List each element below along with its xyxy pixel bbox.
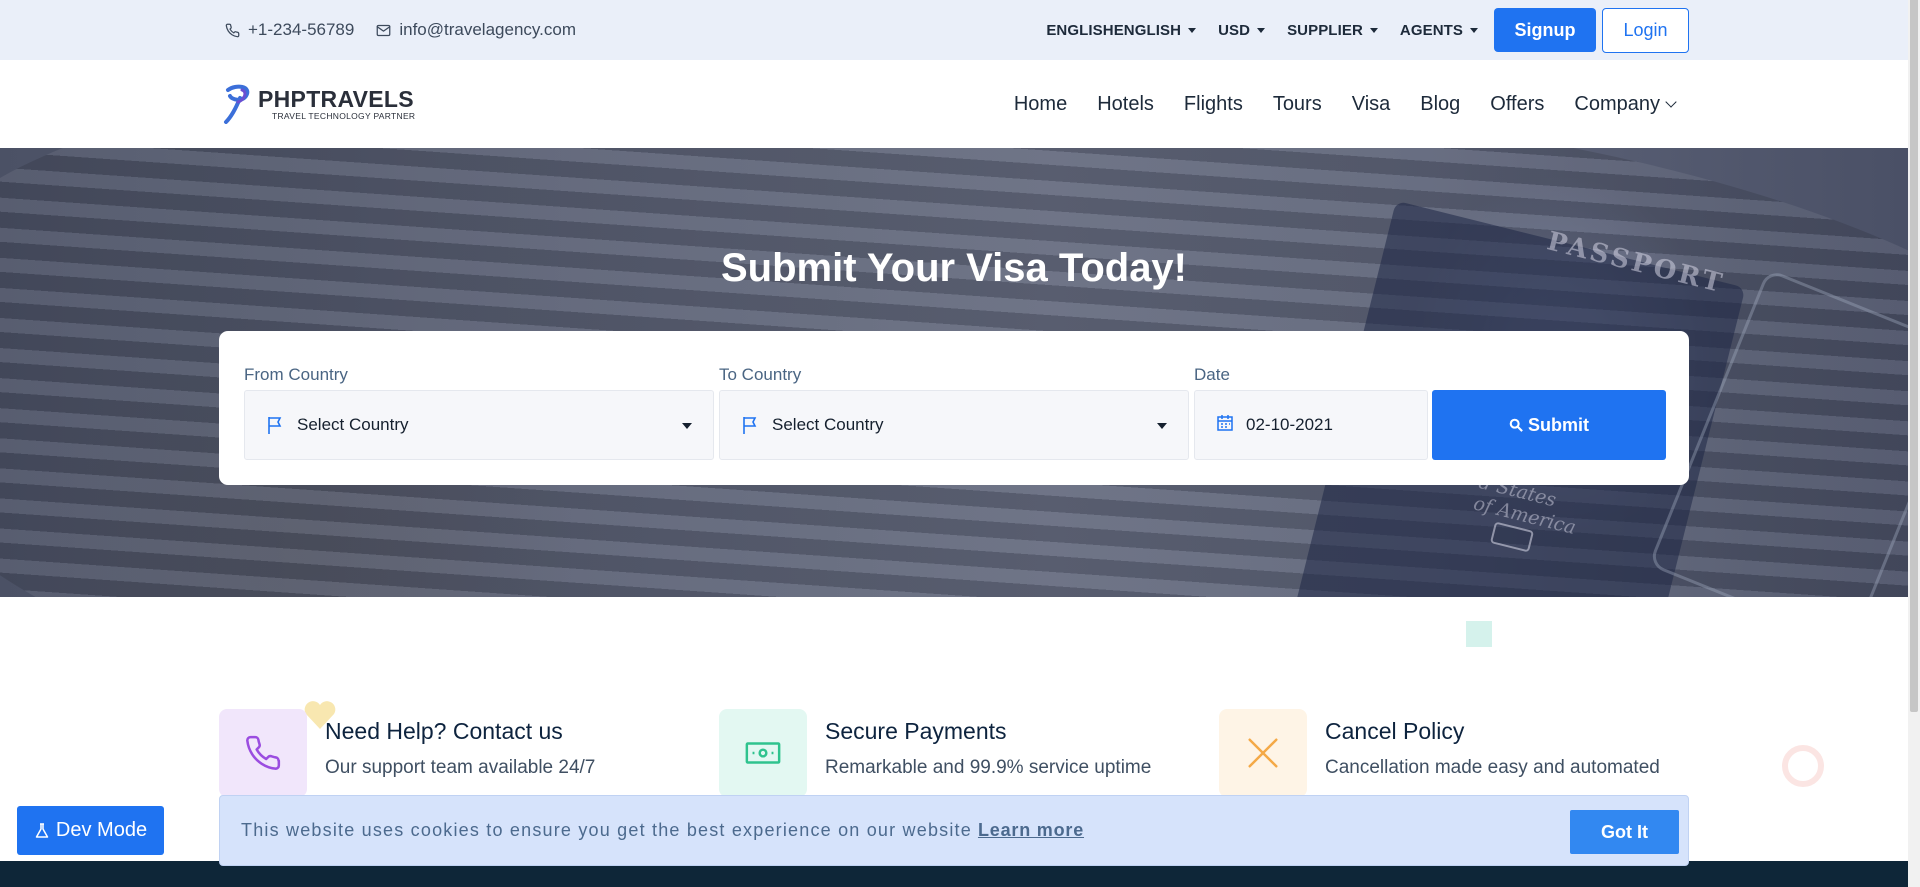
date-input[interactable]: 02-10-2021 bbox=[1194, 390, 1428, 460]
visa-search-form: From Country Select Country To Country S… bbox=[219, 331, 1689, 485]
language-label: ENGLISHENGLISH bbox=[1046, 21, 1182, 39]
login-button[interactable]: Login bbox=[1602, 7, 1689, 53]
money-icon bbox=[745, 742, 781, 764]
to-country-label: To Country bbox=[719, 365, 802, 384]
to-country-value: Select Country bbox=[772, 415, 884, 434]
page-scrollbar[interactable] bbox=[1908, 0, 1920, 887]
scrollbar-thumb[interactable] bbox=[1910, 0, 1918, 712]
hero-section: PASSPORT d States of America Submit Your … bbox=[0, 148, 1908, 597]
chevron-down-icon bbox=[1665, 96, 1677, 108]
submit-label: Submit bbox=[1528, 414, 1589, 435]
feature-contact-icon-box bbox=[219, 709, 307, 797]
caret-down-icon bbox=[1188, 28, 1197, 33]
agents-dropdown[interactable]: AGENTS bbox=[1400, 22, 1478, 39]
feature-cancel: Cancel Policy Cancellation made easy and… bbox=[1219, 709, 1660, 797]
feature-title: Need Help? Contact us bbox=[325, 718, 563, 744]
supplier-dropdown[interactable]: SUPPLIER bbox=[1287, 22, 1378, 39]
logo-text: PHPTRAVELS TRAVEL TECHNOLOGY PARTNER bbox=[258, 87, 415, 121]
date-label: Date bbox=[1194, 365, 1230, 384]
dev-mode-button[interactable]: Dev Mode bbox=[17, 806, 164, 855]
nav-item-flights[interactable]: Flights bbox=[1184, 93, 1243, 116]
top-bar-actions: ENGLISHENGLISH USD SUPPLIER AGENTS Signu… bbox=[1024, 0, 1689, 60]
dev-mode-label: Dev Mode bbox=[55, 819, 148, 841]
from-country-select[interactable]: Select Country bbox=[244, 390, 714, 460]
feature-description: Our support team available 24/7 bbox=[325, 757, 596, 778]
calendar-icon bbox=[1217, 415, 1233, 431]
submit-button[interactable]: Submit bbox=[1432, 390, 1666, 460]
phone-number: +1-234-56789 bbox=[248, 20, 355, 39]
flag-icon bbox=[268, 417, 282, 434]
currency-dropdown[interactable]: USD bbox=[1218, 21, 1266, 39]
caret-down-icon bbox=[682, 423, 692, 429]
supplier-label: SUPPLIER bbox=[1287, 21, 1363, 39]
nav-item-hotels[interactable]: Hotels bbox=[1097, 93, 1154, 116]
nav-item-company[interactable]: Company bbox=[1574, 92, 1677, 116]
feature-description: Cancellation made easy and automated bbox=[1325, 757, 1660, 778]
feature-title: Cancel Policy bbox=[1325, 718, 1465, 744]
phone-icon bbox=[246, 735, 281, 770]
agents-label: AGENTS bbox=[1399, 21, 1463, 39]
nav-item-tours[interactable]: Tours bbox=[1273, 93, 1322, 116]
mail-icon bbox=[376, 24, 391, 36]
flask-icon bbox=[35, 822, 49, 838]
brand-name: PHPTRAVELS bbox=[258, 86, 414, 112]
top-bar: +1-234-56789 info@travelagency.com ENGLI… bbox=[0, 0, 1908, 60]
caret-down-icon bbox=[1157, 423, 1167, 429]
cookie-message-text: This website uses cookies to ensure you … bbox=[241, 820, 972, 840]
flag-icon bbox=[743, 417, 757, 434]
nav-item-blog[interactable]: Blog bbox=[1420, 93, 1460, 116]
phone-icon bbox=[225, 23, 240, 37]
got-it-button[interactable]: Got It bbox=[1570, 810, 1679, 854]
nav-item-visa[interactable]: Visa bbox=[1352, 93, 1391, 116]
feature-payments: Secure Payments Remarkable and 99.9% ser… bbox=[719, 709, 1151, 797]
feature-payments-icon-box bbox=[719, 709, 807, 797]
feature-payments-text: Secure Payments Remarkable and 99.9% ser… bbox=[825, 709, 1151, 797]
nav-item-company-label: Company bbox=[1574, 92, 1660, 115]
email-address: info@travelagency.com bbox=[399, 20, 576, 39]
phone-contact[interactable]: +1-234-56789 bbox=[225, 20, 354, 40]
logo-mark-icon bbox=[224, 84, 250, 124]
close-icon bbox=[1248, 738, 1278, 768]
learn-more-link[interactable]: Learn more bbox=[978, 820, 1084, 840]
hero-title: Submit Your Visa Today! bbox=[720, 246, 1187, 290]
feature-contact-text: Need Help? Contact us Our support team a… bbox=[325, 709, 595, 797]
caret-down-icon bbox=[1470, 28, 1478, 33]
decorative-square bbox=[1466, 621, 1492, 647]
feature-contact: Need Help? Contact us Our support team a… bbox=[219, 709, 595, 797]
main-navbar: PHPTRAVELS TRAVEL TECHNOLOGY PARTNER Hom… bbox=[0, 60, 1908, 148]
caret-down-icon bbox=[1257, 28, 1266, 33]
brand-logo[interactable]: PHPTRAVELS TRAVEL TECHNOLOGY PARTNER bbox=[222, 84, 415, 124]
feature-cancel-icon-box bbox=[1219, 709, 1307, 797]
contact-info: +1-234-56789 info@travelagency.com bbox=[225, 0, 576, 60]
search-icon bbox=[1509, 418, 1523, 432]
nav-item-offers[interactable]: Offers bbox=[1490, 93, 1544, 116]
email-contact[interactable]: info@travelagency.com bbox=[376, 20, 576, 40]
cookie-banner: This website uses cookies to ensure you … bbox=[219, 795, 1689, 866]
language-dropdown[interactable]: ENGLISHENGLISH bbox=[1046, 21, 1197, 39]
nav-item-home[interactable]: Home bbox=[1014, 93, 1067, 116]
caret-down-icon bbox=[1369, 28, 1378, 33]
feature-description: Remarkable and 99.9% service uptime bbox=[825, 757, 1152, 778]
from-country-value: Select Country bbox=[297, 415, 409, 434]
from-country-label: From Country bbox=[244, 365, 348, 384]
decorative-ring bbox=[1782, 745, 1824, 787]
currency-label: USD bbox=[1218, 21, 1251, 39]
feature-title: Secure Payments bbox=[825, 718, 1007, 744]
to-country-select[interactable]: Select Country bbox=[719, 390, 1189, 460]
cookie-message: This website uses cookies to ensure you … bbox=[241, 820, 1084, 841]
date-value: 02-10-2021 bbox=[1246, 415, 1333, 434]
nav-menu: Home Hotels Flights Tours Visa Blog Offe… bbox=[984, 60, 1677, 148]
signup-button[interactable]: Signup bbox=[1494, 8, 1596, 52]
feature-cancel-text: Cancel Policy Cancellation made easy and… bbox=[1325, 709, 1660, 797]
brand-tagline: TRAVEL TECHNOLOGY PARTNER bbox=[272, 111, 416, 121]
